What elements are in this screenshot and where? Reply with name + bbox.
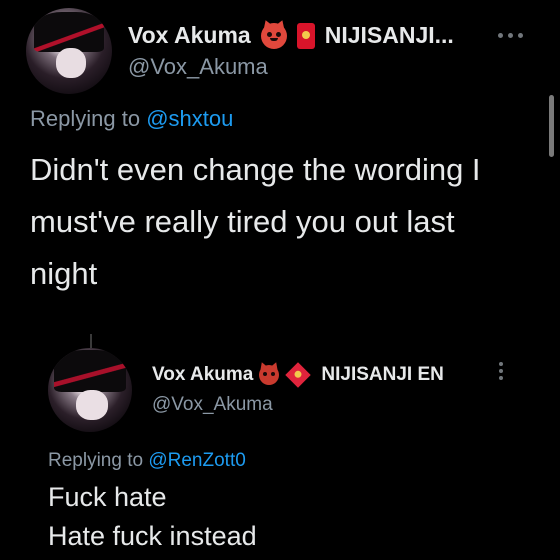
author-row: Vox Akuma NIJISANJI... (128, 22, 454, 49)
replying-to-label: Replying to (48, 450, 144, 471)
ogre-face-icon (260, 22, 287, 49)
tweet-text-line: Hate fuck instead (48, 521, 257, 551)
org-name: NIJISANJI EN (321, 364, 444, 385)
tweet-text: Fuck hate Hate fuck instead (48, 478, 528, 556)
author-row: Vox Akuma NIJISANJI EN (152, 362, 444, 388)
scrollbar[interactable] (549, 95, 554, 157)
avatar[interactable] (26, 8, 112, 94)
mention-link[interactable]: @RenZott0 (148, 450, 245, 471)
ogre-face-icon (259, 365, 280, 385)
main-tweet: Vox Akuma NIJISANJI... @Vox_Akuma Replyi… (0, 0, 560, 320)
display-name[interactable]: Vox Akuma (128, 22, 251, 49)
more-options-icon[interactable] (498, 362, 504, 386)
more-options-icon[interactable] (498, 28, 532, 42)
display-name[interactable]: Vox Akuma (152, 364, 253, 386)
red-envelope-icon (285, 362, 312, 388)
tweet-text: Didn't even change the wording I must've… (30, 144, 530, 300)
tweet-text-line: must've really tired you out last (30, 204, 455, 239)
replying-to-line: Replying to @shxtou (30, 106, 233, 132)
tweet-text-line: night (30, 256, 98, 291)
mention-link[interactable]: @shxtou (146, 106, 233, 131)
thread-line (90, 334, 92, 348)
avatar[interactable] (48, 348, 132, 432)
red-envelope-icon (296, 22, 315, 49)
quoted-tweet[interactable]: Vox Akuma NIJISANJI EN @Vox_Akuma Replyi… (0, 330, 560, 560)
user-handle[interactable]: @Vox_Akuma (152, 394, 273, 416)
user-handle[interactable]: @Vox_Akuma (128, 54, 268, 80)
tweet-text-line: Fuck hate (48, 482, 167, 512)
org-name: NIJISANJI... (324, 22, 454, 48)
replying-to-label: Replying to (30, 106, 141, 131)
replying-to-line: Replying to @RenZott0 (48, 450, 246, 472)
tweet-text-line: Didn't even change the wording I (30, 152, 481, 187)
